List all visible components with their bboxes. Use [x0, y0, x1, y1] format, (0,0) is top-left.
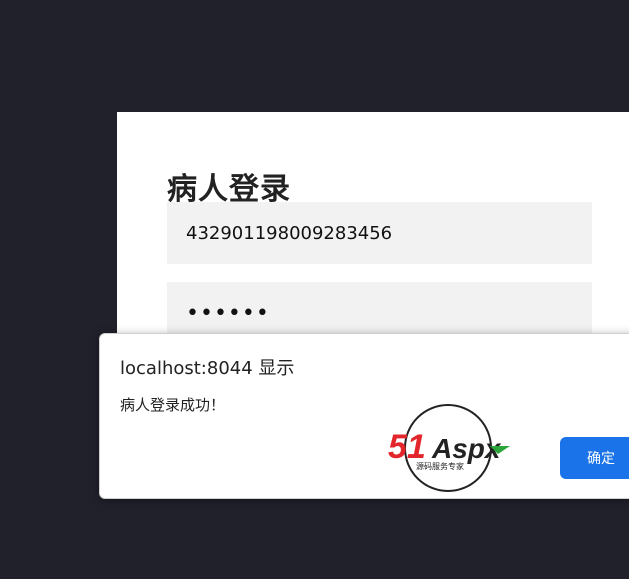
alert-dialog: localhost:8044 显示 病人登录成功！ 确定 — [99, 333, 629, 499]
watermark-logo: 51 Aspx 源码服务专家 — [388, 404, 510, 492]
alert-title: localhost:8044 显示 — [120, 358, 295, 379]
watermark-tagline: 源码服务专家 — [416, 461, 464, 471]
confirm-button[interactable]: 确定 — [560, 437, 629, 479]
browser-viewport: 病人登录 localhost:8044 显示 病人登录成功！ 确定 51 Asp… — [0, 0, 629, 579]
watermark-brand-left: 51 — [388, 428, 426, 466]
id-number-input[interactable] — [167, 202, 592, 264]
watermark-brand-right: Aspx — [431, 433, 502, 464]
alert-message: 病人登录成功！ — [120, 396, 226, 414]
